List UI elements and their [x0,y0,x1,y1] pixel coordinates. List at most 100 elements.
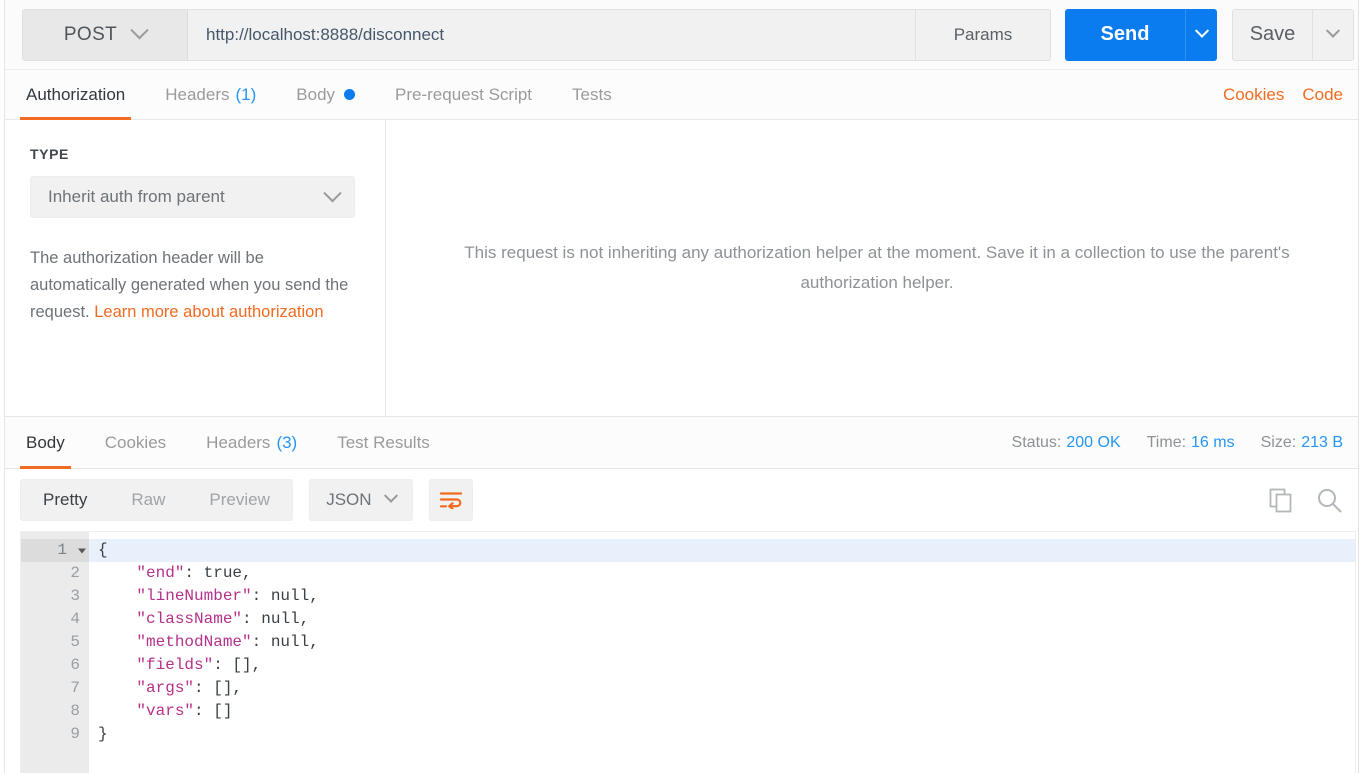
code-line: "lineNumber": null, [89,585,1356,608]
line-number-gutter: 1 2 3 4 5 6 7 8 9 [21,532,89,773]
tab-headers[interactable]: Headers (1) [145,70,276,119]
response-body-viewer[interactable]: 1 2 3 4 5 6 7 8 9 { "end": true, "lineNu… [20,531,1356,773]
line-number-label: 3 [70,587,80,605]
size-badge: Size: 213 B [1261,434,1343,452]
code-punct: : [194,702,214,720]
tab-label: Pre-request Script [395,84,533,104]
code-punct: : [213,656,233,674]
code-punct: { [98,541,108,559]
auth-type-heading: TYPE [30,146,69,162]
code-punct: : [184,564,204,582]
auth-inherit-message: This request is not inheriting any autho… [464,243,1290,292]
tab-label: Authorization [26,84,126,104]
tab-tests[interactable]: Tests [552,70,632,119]
tab-authorization[interactable]: Authorization [6,70,145,120]
json-value: null, [270,587,319,605]
response-language-select[interactable]: JSON [308,479,413,521]
authorization-type-panel: TYPE Inherit auth from parent The author… [0,120,386,416]
tab-label: Tests [572,84,612,104]
line-number-label: 7 [70,679,80,697]
response-meta: Status: 200 OK Time: 16 ms Size: 213 B [1012,417,1368,468]
copy-icon [1269,488,1292,513]
view-mode-preview[interactable]: Preview [187,480,291,520]
tab-label: Body [26,432,65,452]
tab-label: Cookies [104,432,167,452]
line-number[interactable]: 1 [21,539,89,562]
json-key: "lineNumber" [136,587,252,605]
url-bar: POST Params Send Save [0,0,1368,70]
json-code-content[interactable]: { "end": true, "lineNumber": null, "clas… [89,532,1356,773]
tab-pre-request-script[interactable]: Pre-request Script [375,70,552,119]
search-response-button[interactable] [1316,487,1343,514]
chevron-down-icon [323,183,342,202]
response-toolbar-actions [1268,487,1343,514]
code-line: "className": null, [89,608,1356,631]
fold-arrow-icon[interactable] [78,548,86,553]
json-key: "fields" [136,656,214,674]
authorization-panel: TYPE Inherit auth from parent The author… [0,120,1368,417]
json-value: [], [232,656,262,674]
response-tab-bar: Body Cookies Headers (3) Test Results St… [0,417,1368,469]
auth-type-select[interactable]: Inherit auth from parent [30,176,355,218]
size-value: 213 B [1301,433,1343,451]
response-tab-test-results[interactable]: Test Results [317,417,450,468]
chevron-down-icon [1194,23,1209,38]
code-link[interactable]: Code [1302,85,1343,105]
chevron-down-icon [130,21,149,40]
code-line: } [89,723,1356,746]
send-button[interactable]: Send [1065,8,1185,61]
tab-label: Headers [206,432,271,452]
tab-body[interactable]: Body [276,70,375,119]
json-value: [] [213,702,233,720]
body-present-dot-icon [344,89,356,100]
line-number: 9 [21,723,89,746]
line-number-label: 8 [70,702,80,720]
response-tab-headers[interactable]: Headers (3) [186,417,317,468]
json-value: null, [270,633,319,651]
request-tab-bar: Authorization Headers (1) Body Pre-reque… [0,70,1368,120]
word-wrap-button[interactable] [428,479,473,521]
json-key: "className" [136,610,243,628]
save-options-button[interactable] [1312,8,1354,61]
response-view-mode-group: Pretty Raw Preview [20,479,293,521]
send-options-button[interactable] [1185,8,1217,61]
request-tab-bar-actions: Cookies Code [1223,70,1368,119]
line-number: 5 [21,631,89,654]
search-icon [1318,488,1342,512]
auth-type-value: Inherit auth from parent [48,187,225,206]
response-tab-body[interactable]: Body [6,417,85,469]
params-button[interactable]: Params [916,8,1051,61]
json-value: [], [213,679,243,697]
line-number-label: 9 [70,725,80,743]
view-mode-raw[interactable]: Raw [109,480,187,520]
auth-learn-more-link[interactable]: Learn more about authorization [94,303,323,321]
status-label: Status: [1011,433,1062,451]
auth-description: The authorization header will be automat… [30,245,355,326]
json-value: true, [203,564,252,582]
code-line: "fields": [], [89,654,1356,677]
json-key: "vars" [136,702,195,720]
view-mode-pretty[interactable]: Pretty [21,480,110,520]
response-tab-cookies[interactable]: Cookies [85,417,186,468]
tab-label: Headers [165,84,230,104]
copy-response-button[interactable] [1268,487,1294,513]
request-url-input[interactable] [187,8,916,61]
code-right-border [1355,532,1356,773]
save-button[interactable]: Save [1232,8,1312,61]
chevron-down-icon [1325,23,1341,38]
line-number: 3 [21,585,89,608]
cookies-link[interactable]: Cookies [1223,85,1284,105]
response-language-value: JSON [326,490,372,509]
code-punct: : [251,587,271,605]
code-line: "end": true, [89,562,1356,585]
tab-count: (1) [235,84,257,104]
postman-request-window: POST Params Send Save Authorization Head… [0,0,1368,773]
line-number: 7 [21,677,89,700]
code-punct: : [194,679,214,697]
http-method-select[interactable]: POST [22,8,187,61]
tab-count: (3) [276,432,298,452]
line-number-label: 4 [70,610,80,628]
json-key: "methodName" [136,633,252,651]
code-line: "args": [], [89,677,1356,700]
line-number: 4 [21,608,89,631]
